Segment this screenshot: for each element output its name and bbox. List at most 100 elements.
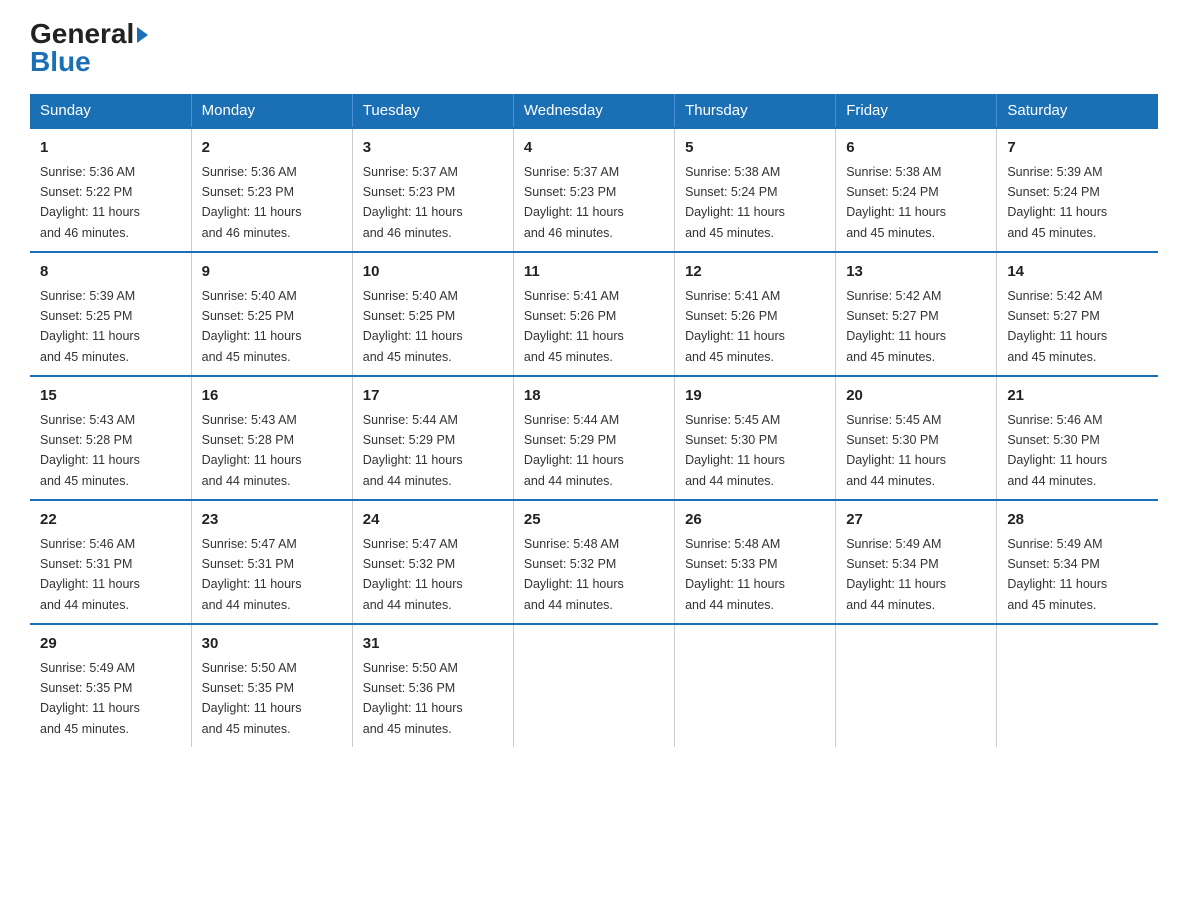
calendar-day-7: 7 Sunrise: 5:39 AMSunset: 5:24 PMDayligh… [997, 128, 1158, 252]
day-info: Sunrise: 5:44 AMSunset: 5:29 PMDaylight:… [363, 413, 463, 488]
calendar-day-30: 30 Sunrise: 5:50 AMSunset: 5:35 PMDaylig… [191, 624, 352, 747]
day-number: 4 [524, 137, 664, 160]
calendar-day-31: 31 Sunrise: 5:50 AMSunset: 5:36 PMDaylig… [352, 624, 513, 747]
day-info: Sunrise: 5:48 AMSunset: 5:32 PMDaylight:… [524, 537, 624, 612]
day-number: 17 [363, 385, 503, 408]
calendar-day-26: 26 Sunrise: 5:48 AMSunset: 5:33 PMDaylig… [675, 500, 836, 624]
day-info: Sunrise: 5:37 AMSunset: 5:23 PMDaylight:… [363, 165, 463, 240]
calendar-day-13: 13 Sunrise: 5:42 AMSunset: 5:27 PMDaylig… [836, 252, 997, 376]
day-number: 3 [363, 137, 503, 160]
day-info: Sunrise: 5:46 AMSunset: 5:31 PMDaylight:… [40, 537, 140, 612]
day-number: 15 [40, 385, 181, 408]
day-number: 9 [202, 261, 342, 284]
day-number: 28 [1007, 509, 1148, 532]
day-number: 7 [1007, 137, 1148, 160]
day-number: 26 [685, 509, 825, 532]
day-info: Sunrise: 5:38 AMSunset: 5:24 PMDaylight:… [685, 165, 785, 240]
day-info: Sunrise: 5:39 AMSunset: 5:25 PMDaylight:… [40, 289, 140, 364]
day-info: Sunrise: 5:50 AMSunset: 5:35 PMDaylight:… [202, 661, 302, 736]
calendar-day-22: 22 Sunrise: 5:46 AMSunset: 5:31 PMDaylig… [30, 500, 191, 624]
calendar-empty-cell [513, 624, 674, 747]
calendar-week-row: 8 Sunrise: 5:39 AMSunset: 5:25 PMDayligh… [30, 252, 1158, 376]
calendar-day-11: 11 Sunrise: 5:41 AMSunset: 5:26 PMDaylig… [513, 252, 674, 376]
day-number: 22 [40, 509, 181, 532]
calendar-day-15: 15 Sunrise: 5:43 AMSunset: 5:28 PMDaylig… [30, 376, 191, 500]
day-number: 21 [1007, 385, 1148, 408]
day-info: Sunrise: 5:49 AMSunset: 5:34 PMDaylight:… [846, 537, 946, 612]
calendar-day-2: 2 Sunrise: 5:36 AMSunset: 5:23 PMDayligh… [191, 128, 352, 252]
calendar-day-5: 5 Sunrise: 5:38 AMSunset: 5:24 PMDayligh… [675, 128, 836, 252]
day-number: 18 [524, 385, 664, 408]
calendar-day-28: 28 Sunrise: 5:49 AMSunset: 5:34 PMDaylig… [997, 500, 1158, 624]
day-number: 14 [1007, 261, 1148, 284]
calendar-day-18: 18 Sunrise: 5:44 AMSunset: 5:29 PMDaylig… [513, 376, 674, 500]
calendar-table: SundayMondayTuesdayWednesdayThursdayFrid… [30, 94, 1158, 747]
calendar-week-row: 29 Sunrise: 5:49 AMSunset: 5:35 PMDaylig… [30, 624, 1158, 747]
day-info: Sunrise: 5:50 AMSunset: 5:36 PMDaylight:… [363, 661, 463, 736]
day-number: 29 [40, 633, 181, 656]
day-number: 12 [685, 261, 825, 284]
day-number: 8 [40, 261, 181, 284]
calendar-day-10: 10 Sunrise: 5:40 AMSunset: 5:25 PMDaylig… [352, 252, 513, 376]
calendar-empty-cell [836, 624, 997, 747]
day-info: Sunrise: 5:41 AMSunset: 5:26 PMDaylight:… [685, 289, 785, 364]
day-info: Sunrise: 5:38 AMSunset: 5:24 PMDaylight:… [846, 165, 946, 240]
calendar-day-3: 3 Sunrise: 5:37 AMSunset: 5:23 PMDayligh… [352, 128, 513, 252]
day-number: 23 [202, 509, 342, 532]
calendar-day-14: 14 Sunrise: 5:42 AMSunset: 5:27 PMDaylig… [997, 252, 1158, 376]
calendar-header-tuesday: Tuesday [352, 94, 513, 128]
day-number: 31 [363, 633, 503, 656]
calendar-day-23: 23 Sunrise: 5:47 AMSunset: 5:31 PMDaylig… [191, 500, 352, 624]
day-info: Sunrise: 5:37 AMSunset: 5:23 PMDaylight:… [524, 165, 624, 240]
day-info: Sunrise: 5:47 AMSunset: 5:31 PMDaylight:… [202, 537, 302, 612]
day-info: Sunrise: 5:42 AMSunset: 5:27 PMDaylight:… [1007, 289, 1107, 364]
day-number: 30 [202, 633, 342, 656]
day-number: 11 [524, 261, 664, 284]
day-number: 27 [846, 509, 986, 532]
calendar-header-thursday: Thursday [675, 94, 836, 128]
day-number: 2 [202, 137, 342, 160]
day-number: 24 [363, 509, 503, 532]
day-number: 10 [363, 261, 503, 284]
day-number: 13 [846, 261, 986, 284]
calendar-header-monday: Monday [191, 94, 352, 128]
calendar-header-row: SundayMondayTuesdayWednesdayThursdayFrid… [30, 94, 1158, 128]
calendar-day-4: 4 Sunrise: 5:37 AMSunset: 5:23 PMDayligh… [513, 128, 674, 252]
day-number: 19 [685, 385, 825, 408]
header: General Blue [30, 20, 1158, 76]
calendar-week-row: 15 Sunrise: 5:43 AMSunset: 5:28 PMDaylig… [30, 376, 1158, 500]
calendar-day-1: 1 Sunrise: 5:36 AMSunset: 5:22 PMDayligh… [30, 128, 191, 252]
logo-blue: Blue [30, 48, 148, 76]
day-info: Sunrise: 5:43 AMSunset: 5:28 PMDaylight:… [40, 413, 140, 488]
day-number: 25 [524, 509, 664, 532]
calendar-day-17: 17 Sunrise: 5:44 AMSunset: 5:29 PMDaylig… [352, 376, 513, 500]
logo-arrow-icon [137, 27, 148, 43]
day-info: Sunrise: 5:40 AMSunset: 5:25 PMDaylight:… [363, 289, 463, 364]
day-number: 20 [846, 385, 986, 408]
calendar-body: 1 Sunrise: 5:36 AMSunset: 5:22 PMDayligh… [30, 128, 1158, 747]
day-number: 5 [685, 137, 825, 160]
day-number: 6 [846, 137, 986, 160]
day-info: Sunrise: 5:49 AMSunset: 5:35 PMDaylight:… [40, 661, 140, 736]
day-info: Sunrise: 5:48 AMSunset: 5:33 PMDaylight:… [685, 537, 785, 612]
day-info: Sunrise: 5:45 AMSunset: 5:30 PMDaylight:… [846, 413, 946, 488]
calendar-header-friday: Friday [836, 94, 997, 128]
day-info: Sunrise: 5:36 AMSunset: 5:23 PMDaylight:… [202, 165, 302, 240]
calendar-day-25: 25 Sunrise: 5:48 AMSunset: 5:32 PMDaylig… [513, 500, 674, 624]
logo: General Blue [30, 20, 148, 76]
day-info: Sunrise: 5:36 AMSunset: 5:22 PMDaylight:… [40, 165, 140, 240]
calendar-empty-cell [997, 624, 1158, 747]
day-info: Sunrise: 5:42 AMSunset: 5:27 PMDaylight:… [846, 289, 946, 364]
calendar-day-16: 16 Sunrise: 5:43 AMSunset: 5:28 PMDaylig… [191, 376, 352, 500]
calendar-day-8: 8 Sunrise: 5:39 AMSunset: 5:25 PMDayligh… [30, 252, 191, 376]
day-number: 1 [40, 137, 181, 160]
calendar-empty-cell [675, 624, 836, 747]
day-info: Sunrise: 5:46 AMSunset: 5:30 PMDaylight:… [1007, 413, 1107, 488]
calendar-day-12: 12 Sunrise: 5:41 AMSunset: 5:26 PMDaylig… [675, 252, 836, 376]
calendar-header-wednesday: Wednesday [513, 94, 674, 128]
day-info: Sunrise: 5:39 AMSunset: 5:24 PMDaylight:… [1007, 165, 1107, 240]
day-info: Sunrise: 5:40 AMSunset: 5:25 PMDaylight:… [202, 289, 302, 364]
calendar-day-29: 29 Sunrise: 5:49 AMSunset: 5:35 PMDaylig… [30, 624, 191, 747]
logo-general: General [30, 20, 134, 48]
calendar-day-27: 27 Sunrise: 5:49 AMSunset: 5:34 PMDaylig… [836, 500, 997, 624]
